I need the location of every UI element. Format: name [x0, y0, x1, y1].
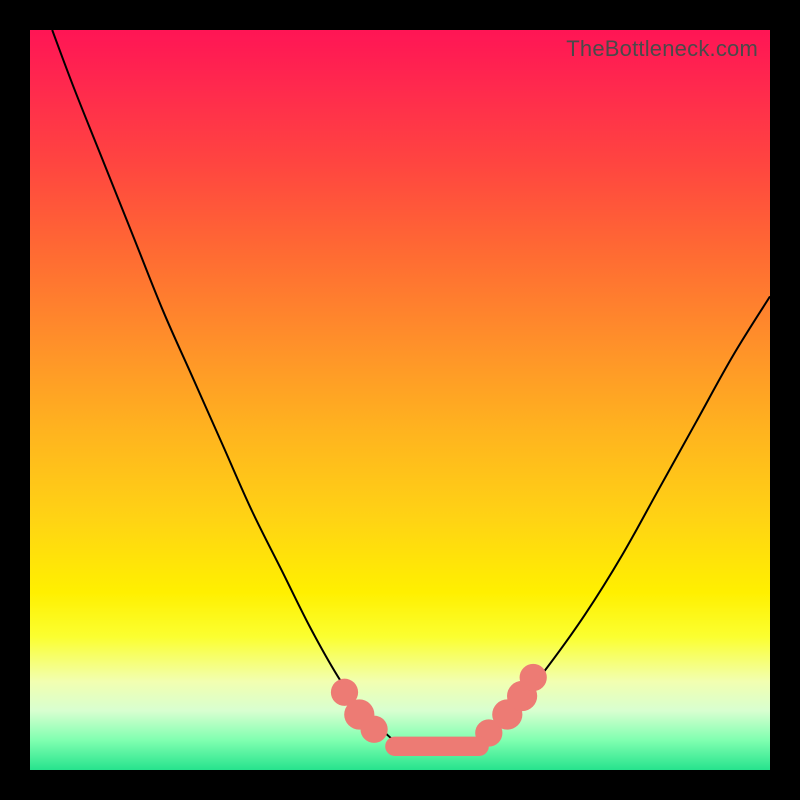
valley-floor-bar: [385, 737, 489, 756]
plot-area: TheBottleneck.com: [30, 30, 770, 770]
chart-frame: TheBottleneck.com: [0, 0, 800, 800]
markers-group: [331, 664, 547, 747]
curve-left-branch: [52, 30, 385, 733]
curve-layer: [30, 30, 770, 770]
left-dot-3: [360, 716, 387, 743]
right-dot-4: [520, 664, 547, 691]
